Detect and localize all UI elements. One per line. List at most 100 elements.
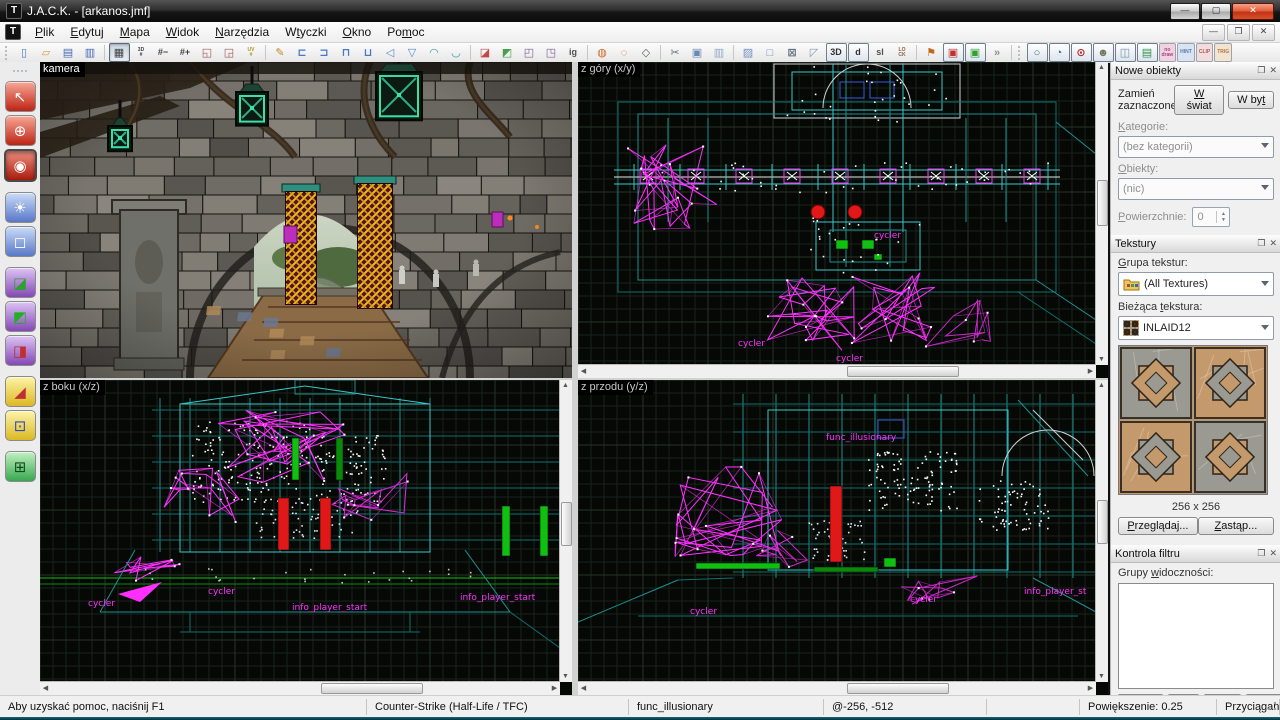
save-all-button[interactable]: ▥ bbox=[80, 43, 101, 62]
scroll-thumb[interactable] bbox=[1097, 500, 1108, 544]
move-to-front-button[interactable]: ◪ bbox=[475, 43, 496, 62]
copy-button[interactable]: ▣ bbox=[687, 43, 708, 62]
align-left-button[interactable]: ⊏ bbox=[292, 43, 313, 62]
minimize-button[interactable]: — bbox=[1170, 3, 1200, 20]
vertex-tool-button[interactable]: ⊡ bbox=[5, 410, 36, 441]
menu-plik[interactable]: Plik bbox=[27, 23, 62, 41]
cut-button[interactable]: ✂ bbox=[665, 43, 686, 62]
edit-pencil-button[interactable]: ✎ bbox=[270, 43, 291, 62]
entity-green-button[interactable]: ▣ bbox=[965, 43, 986, 62]
grid-smaller-button[interactable]: #− bbox=[153, 43, 174, 62]
texture-group-combobox[interactable]: (All Textures) bbox=[1118, 272, 1274, 296]
save-button[interactable]: ▤ bbox=[58, 43, 79, 62]
clip-plane-tool-button[interactable]: ◢ bbox=[5, 376, 36, 407]
mdi-minimize-button[interactable]: — bbox=[1202, 24, 1225, 41]
scroll-thumb[interactable] bbox=[1097, 180, 1108, 226]
toolbar-drag-handle[interactable] bbox=[1018, 46, 1023, 60]
lock-button[interactable]: LOCK bbox=[892, 43, 913, 62]
grid-3d-button[interactable]: 3D# bbox=[131, 43, 152, 62]
point-marker-button[interactable]: ⊙ bbox=[1071, 43, 1092, 62]
scroll-right-arrow[interactable]: ▶ bbox=[1085, 683, 1096, 694]
new-file-button[interactable]: ▯ bbox=[14, 43, 35, 62]
paste-button[interactable]: ▥ bbox=[709, 43, 730, 62]
mdi-close-button[interactable]: ✕ bbox=[1252, 24, 1275, 41]
path-tool-button[interactable]: » bbox=[987, 43, 1008, 62]
title-bar[interactable]: T J.A.C.K. - [arkanos.jmf] — ▢ ✕ bbox=[0, 0, 1280, 22]
nodraw-texture-button[interactable]: nodraw bbox=[1159, 43, 1177, 62]
resize-grip[interactable] bbox=[1266, 700, 1278, 712]
transform-box-button[interactable]: ⊠ bbox=[782, 43, 803, 62]
viewport-top[interactable]: z góry (x/y) cyclercyclercycler ▲ ▼ ◀ ▶ bbox=[578, 62, 1108, 378]
faces-spinner[interactable]: 0 ▲▼ bbox=[1192, 207, 1230, 227]
path-cart-tool-button[interactable]: ⊞ bbox=[5, 451, 36, 482]
objects-combobox[interactable]: (nic) bbox=[1118, 178, 1274, 200]
flip-vertical-button[interactable]: ▽ bbox=[402, 43, 423, 62]
viewport-top-hscrollbar[interactable]: ◀ ▶ bbox=[578, 364, 1096, 378]
trig-texture-button[interactable]: TRIG bbox=[1214, 43, 1232, 62]
viewport-top-vscrollbar[interactable]: ▲ ▼ bbox=[1095, 62, 1108, 365]
scroll-right-arrow[interactable]: ▶ bbox=[549, 683, 560, 694]
avatar-view-button[interactable]: ☻ bbox=[1093, 43, 1114, 62]
move-to-back-button[interactable]: ◩ bbox=[497, 43, 518, 62]
grid-toggle-button[interactable]: ▦ bbox=[109, 43, 130, 62]
open-file-button[interactable]: ▱ bbox=[36, 43, 57, 62]
close-panel-icon[interactable]: ✕ bbox=[1269, 238, 1277, 249]
float-panel-icon[interactable]: ❐ bbox=[1257, 238, 1265, 249]
camera-3d-view[interactable] bbox=[40, 62, 572, 378]
scroll-down-arrow[interactable]: ▼ bbox=[1096, 671, 1107, 682]
camera-tool-button[interactable]: ◉ bbox=[4, 149, 37, 182]
current-texture-combobox[interactable]: INLAID12 bbox=[1118, 316, 1274, 340]
browse-textures-button[interactable]: Przeglądaj... bbox=[1118, 517, 1198, 535]
scroll-left-arrow[interactable]: ◀ bbox=[40, 683, 51, 694]
view-3d-button[interactable]: 3D bbox=[826, 43, 847, 62]
to-world-button[interactable]: W świat bbox=[1174, 85, 1224, 115]
ungroup-button[interactable]: ◲ bbox=[219, 43, 240, 62]
palette-drag-handle[interactable] bbox=[13, 70, 27, 75]
align-top-button[interactable]: ⊓ bbox=[336, 43, 357, 62]
carve-button[interactable]: ◌ bbox=[614, 43, 635, 62]
entity-tool-button[interactable]: ☀ bbox=[5, 192, 36, 223]
select-tool-button[interactable]: ↖ bbox=[5, 81, 36, 112]
mdi-restore-button[interactable]: ❐ bbox=[1227, 24, 1250, 41]
hint-texture-button[interactable]: HINT bbox=[1177, 43, 1195, 62]
cursor-select-button[interactable]: ◸ bbox=[804, 43, 825, 62]
menu-wtyczki[interactable]: Wtyczki bbox=[277, 23, 334, 41]
categories-combobox[interactable]: (bez kategorii) bbox=[1118, 136, 1274, 158]
rotate-cw-button[interactable]: ◠ bbox=[424, 43, 445, 62]
filter-control-header[interactable]: Kontrola filtru ❐✕ bbox=[1111, 545, 1280, 563]
mdi-document-icon[interactable]: T bbox=[5, 24, 21, 40]
clip-texture-button[interactable]: CLIP bbox=[1196, 43, 1213, 62]
ignore-groups-button[interactable]: ig bbox=[563, 43, 584, 62]
toolbar-drag-handle[interactable] bbox=[5, 46, 10, 60]
float-panel-icon[interactable]: ❐ bbox=[1257, 548, 1265, 559]
menu-pomoc[interactable]: Pomoc bbox=[379, 23, 432, 41]
side-2d-view[interactable]: cyclercyclerinfo_player_startinfo_player… bbox=[40, 380, 560, 682]
spinner-arrows-icon[interactable]: ▲▼ bbox=[1216, 211, 1229, 223]
new-objects-header[interactable]: Nowe obiekty ❐✕ bbox=[1111, 62, 1280, 80]
align-right-button[interactable]: ⊐ bbox=[314, 43, 335, 62]
viewport-side[interactable]: z boku (x/z) cyclercyclerinfo_player_sta… bbox=[40, 380, 572, 695]
scroll-left-arrow[interactable]: ◀ bbox=[578, 366, 589, 377]
viewport-side-vscrollbar[interactable]: ▲ ▼ bbox=[559, 380, 572, 682]
scroll-up-arrow[interactable]: ▲ bbox=[1096, 62, 1107, 73]
flip-horizontal-button[interactable]: ◁ bbox=[380, 43, 401, 62]
group-button[interactable]: ◱ bbox=[197, 43, 218, 62]
close-panel-icon[interactable]: ✕ bbox=[1269, 65, 1277, 76]
menu-narzędzia[interactable]: Narzędzia bbox=[207, 23, 277, 41]
scroll-right-arrow[interactable]: ▶ bbox=[1085, 366, 1096, 377]
close-panel-icon[interactable]: ✕ bbox=[1269, 548, 1277, 559]
scroll-down-arrow[interactable]: ▼ bbox=[1096, 354, 1107, 365]
make-cube-button[interactable]: ◇ bbox=[636, 43, 657, 62]
entity-flag-button[interactable]: ⚑ bbox=[921, 43, 942, 62]
scroll-thumb[interactable] bbox=[847, 683, 949, 694]
scroll-down-arrow[interactable]: ▼ bbox=[560, 671, 571, 682]
film-view-button[interactable]: ▤ bbox=[1137, 43, 1158, 62]
scroll-thumb[interactable] bbox=[321, 683, 423, 694]
select-box-button[interactable]: □ bbox=[760, 43, 781, 62]
hollow-button[interactable]: ◍ bbox=[592, 43, 613, 62]
maximize-button[interactable]: ▢ bbox=[1201, 3, 1231, 20]
float-panel-icon[interactable]: ❐ bbox=[1257, 65, 1265, 76]
circle-tool-button[interactable]: ○ bbox=[1027, 43, 1048, 62]
view-sl-button[interactable]: sl bbox=[870, 43, 891, 62]
viewport-front[interactable]: z przodu (y/z) func_illusionarycyclercyc… bbox=[578, 380, 1108, 695]
